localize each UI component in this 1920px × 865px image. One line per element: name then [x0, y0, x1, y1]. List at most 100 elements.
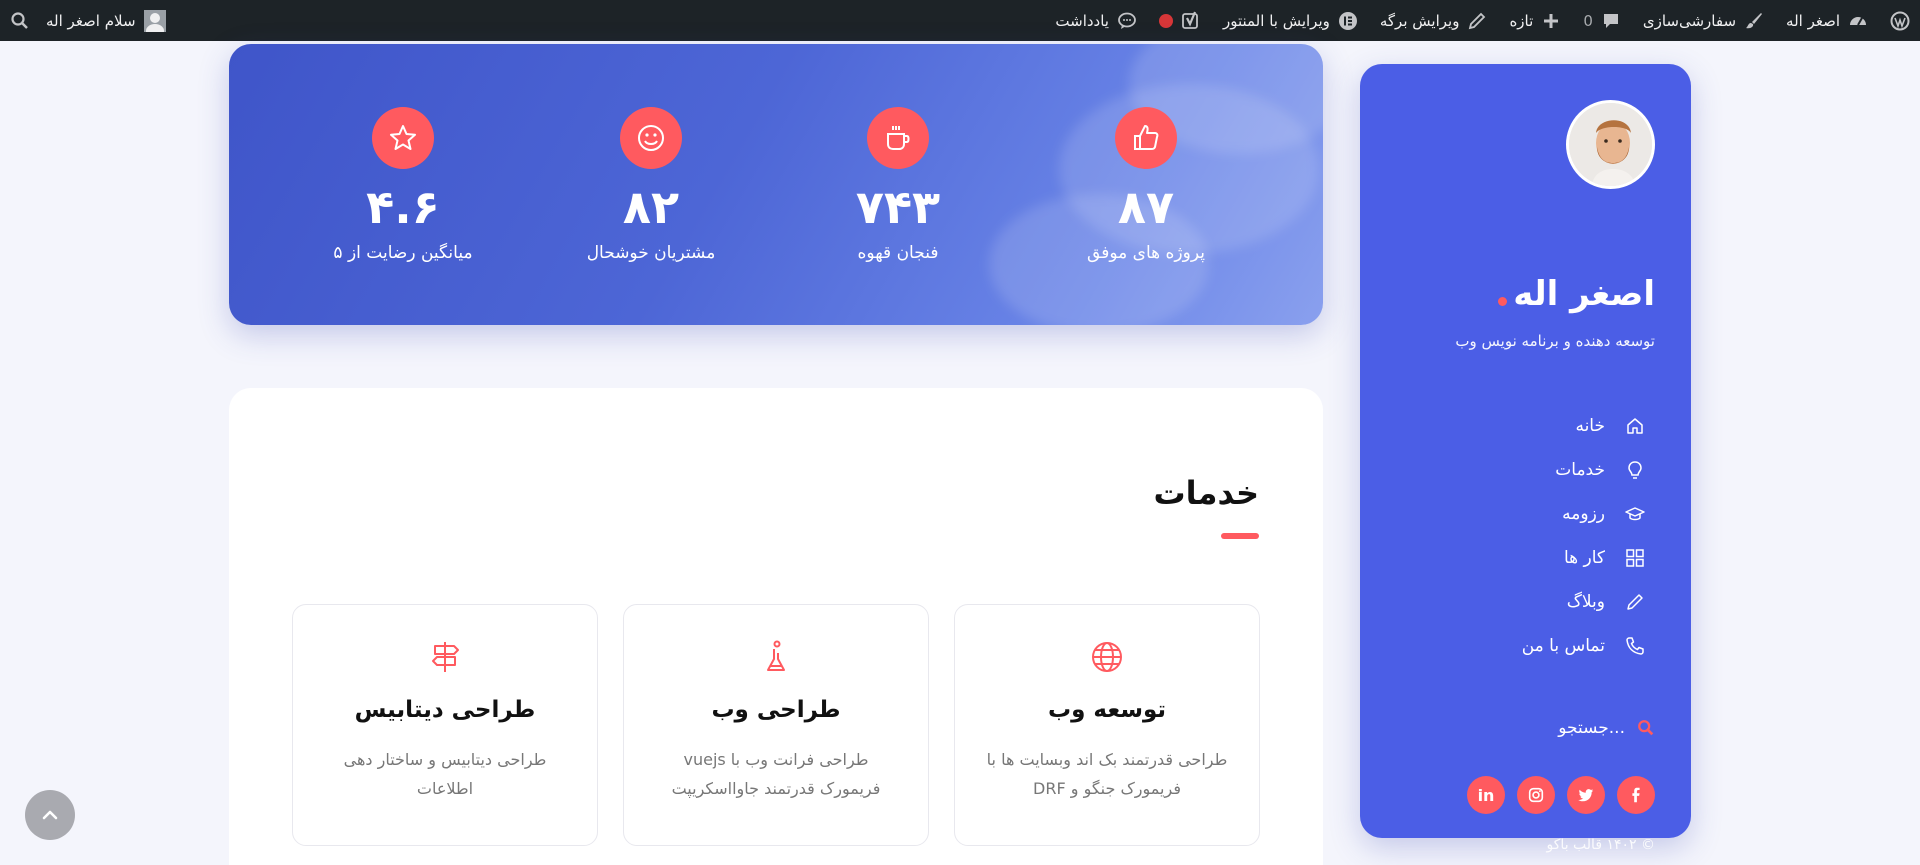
nav-label: خانه — [1575, 416, 1605, 436]
new-content-link[interactable]: تازه — [1509, 11, 1561, 31]
facebook-button[interactable] — [1617, 776, 1655, 814]
thumbs-up-icon — [1115, 107, 1177, 169]
star-icon — [372, 107, 434, 169]
nav-item-home[interactable]: خانه — [1445, 404, 1645, 448]
service-card-web-development[interactable]: توسعه وب طراحی قدرتمند بک اند وبسایت ها … — [954, 604, 1260, 846]
admin-bar-left-group: اصغر اله سفارشی‌سازی 0 تازه ویرایش برگه … — [1055, 0, 1920, 41]
service-description: طراحی فرانت وب با vuejs فریمورک قدرتمند … — [671, 750, 881, 798]
stat-successful-projects: ۸۷ پروژه های موفق — [1046, 44, 1246, 263]
notes-label: یادداشت — [1055, 11, 1109, 30]
instagram-button[interactable] — [1517, 776, 1555, 814]
stat-value: ۸۷ — [1117, 180, 1175, 234]
wordpress-icon — [1890, 11, 1910, 30]
comment-icon — [1603, 13, 1618, 28]
instagram-icon — [1528, 787, 1544, 803]
service-title: توسعه وب — [1047, 697, 1167, 723]
stat-value: ۸۲ — [622, 180, 680, 234]
user-avatar — [143, 9, 166, 32]
stat-coffee-cups: ۷۴۳ فنجان قهوه — [798, 44, 998, 263]
service-description: طراحی دیتابیس و ساختار دهی اطلاعات — [343, 750, 547, 798]
service-card-database-design[interactable]: طراحی دیتابیس طراحی دیتابیس و ساختار دهی… — [292, 604, 598, 846]
nav-label: خدمات — [1555, 460, 1605, 480]
facebook-icon — [1632, 787, 1640, 803]
elementor-icon — [1338, 11, 1357, 30]
service-card-web-design[interactable]: طراحی وب طراحی فرانت وب با vuejs فریمورک… — [623, 604, 929, 846]
flask-icon — [767, 640, 785, 671]
chevron-up-icon — [42, 810, 58, 820]
twitter-icon — [1578, 789, 1594, 802]
grid-icon — [1626, 549, 1644, 567]
stat-value: ۷۴۳ — [855, 180, 941, 234]
stat-label: میانگین رضایت از ۵ — [333, 243, 473, 263]
yoast-icon — [1182, 11, 1198, 29]
nav-item-blog[interactable]: وبلاگ — [1445, 580, 1645, 624]
nav-item-resume[interactable]: رزومه — [1445, 492, 1645, 536]
chat-bubble-icon — [1118, 12, 1136, 29]
new-content-label: تازه — [1509, 11, 1534, 30]
stat-satisfaction: ۴.۶ میانگین رضایت از ۵ — [303, 44, 503, 263]
dashboard-icon — [1850, 16, 1866, 25]
twitter-button[interactable] — [1567, 776, 1605, 814]
service-description: طراحی قدرتمند بک اند وبسایت ها با فریمور… — [986, 750, 1228, 798]
linkedin-button[interactable]: in — [1467, 776, 1505, 814]
comments-count: 0 — [1583, 11, 1593, 30]
nav-label: رزومه — [1562, 504, 1605, 524]
customize-label: سفارشی‌سازی — [1642, 11, 1737, 30]
profile-name: اصغر اله — [1498, 274, 1655, 314]
admin-bar: اصغر اله سفارشی‌سازی 0 تازه ویرایش برگه … — [0, 0, 1920, 41]
wordpress-logo-button[interactable] — [1890, 11, 1910, 31]
site-name-label: اصغر اله — [1786, 11, 1840, 30]
customize-link[interactable]: سفارشی‌سازی — [1643, 11, 1764, 31]
services-title: خدمات — [1153, 474, 1259, 512]
service-title: طراحی وب — [711, 697, 841, 723]
copyright-text: © ۱۴۰۲ قالب باکو — [1546, 837, 1655, 853]
stat-happy-clients: ۸۲ مشتریان خوشحال — [551, 44, 751, 263]
seo-status-dot — [1158, 13, 1173, 28]
profile-name-text: اصغر اله — [1513, 274, 1655, 314]
title-underline — [1221, 533, 1259, 539]
pencil-icon — [1627, 594, 1643, 610]
profile-sidebar: اصغر اله توسعه دهنده و برنامه نویس وب خا… — [1360, 64, 1691, 853]
search-icon[interactable] — [10, 11, 30, 31]
pencil-icon — [1469, 12, 1486, 29]
services-section: خدمات توسعه وب طراحی قدرتمند بک اند وبسا… — [229, 388, 1323, 865]
profile-avatar — [1566, 100, 1655, 189]
edit-elementor-label: ویرایش با المنتور — [1222, 11, 1330, 30]
sidebar-nav: خانه خدمات رزومه کار ها وبلاگ تماس با من — [1445, 404, 1645, 668]
admin-bar-right-group: سلام اصغر اله — [0, 0, 166, 41]
smile-icon — [620, 107, 682, 169]
signpost-icon — [432, 642, 459, 672]
user-greeting: سلام اصغر اله — [46, 11, 136, 30]
globe-icon — [1092, 642, 1122, 672]
social-links: in — [1467, 776, 1655, 814]
nav-item-contact[interactable]: تماس با من — [1445, 624, 1645, 668]
site-name-link[interactable]: اصغر اله — [1786, 11, 1868, 31]
stat-label: پروژه های موفق — [1087, 243, 1205, 263]
comments-link[interactable]: 0 — [1583, 11, 1621, 31]
coffee-cup-icon — [867, 107, 929, 169]
stat-label: فنجان قهوه — [857, 243, 939, 263]
yoast-seo-menu[interactable] — [1158, 11, 1201, 31]
service-title: طراحی دیتابیس — [354, 697, 536, 723]
brush-icon — [1746, 12, 1763, 28]
scroll-to-top-button[interactable] — [25, 790, 75, 840]
nav-label: وبلاگ — [1566, 592, 1605, 612]
nav-item-works[interactable]: کار ها — [1445, 536, 1645, 580]
edit-page-label: ویرایش برگه — [1379, 11, 1460, 30]
nav-item-services[interactable]: خدمات — [1445, 448, 1645, 492]
plus-icon — [1544, 13, 1559, 28]
user-account-menu[interactable]: سلام اصغر اله — [46, 9, 166, 32]
search-label: جستجو... — [1558, 718, 1625, 738]
stat-label: مشتریان خوشحال — [586, 243, 716, 263]
lightbulb-icon — [1628, 461, 1642, 479]
home-icon — [1627, 418, 1643, 434]
sidebar-search[interactable]: جستجو... — [1558, 718, 1655, 738]
edit-page-link[interactable]: ویرایش برگه — [1380, 11, 1488, 31]
notes-link[interactable]: یادداشت — [1055, 11, 1137, 31]
search-icon — [1638, 720, 1654, 736]
nav-label: کار ها — [1563, 548, 1605, 568]
phone-icon — [1626, 637, 1644, 655]
linkedin-icon: in — [1477, 785, 1495, 805]
edit-elementor-link[interactable]: ویرایش با المنتور — [1223, 11, 1358, 31]
profile-role: توسعه دهنده و برنامه نویس وب — [1455, 332, 1655, 350]
